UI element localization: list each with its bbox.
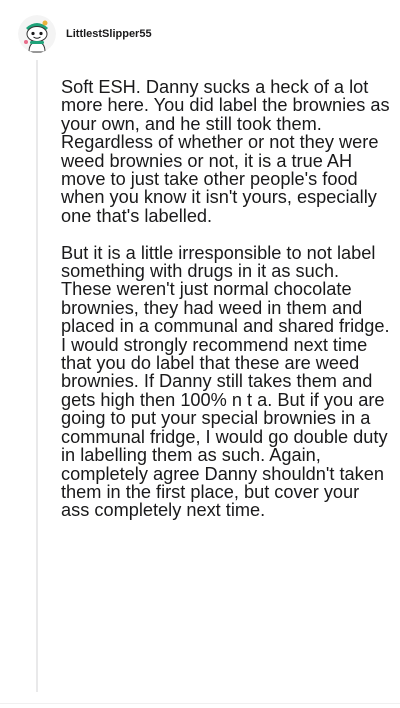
comment-header: LittlestSlipper55 [18, 14, 152, 54]
comment-card: LittlestSlipper55 Soft ESH. Danny sucks … [0, 0, 400, 708]
comment-paragraph: But it is a little irresponsible to not … [61, 242, 390, 521]
comment-paragraph: Soft ESH. Danny sucks a heck of a lot mo… [61, 77, 390, 226]
comment-body: Soft ESH. Danny sucks a heck of a lot mo… [61, 78, 391, 520]
snoo-avatar-icon[interactable] [18, 15, 56, 53]
thread-line[interactable] [36, 60, 38, 692]
divider [0, 703, 400, 704]
comment-username[interactable]: LittlestSlipper55 [66, 28, 152, 40]
